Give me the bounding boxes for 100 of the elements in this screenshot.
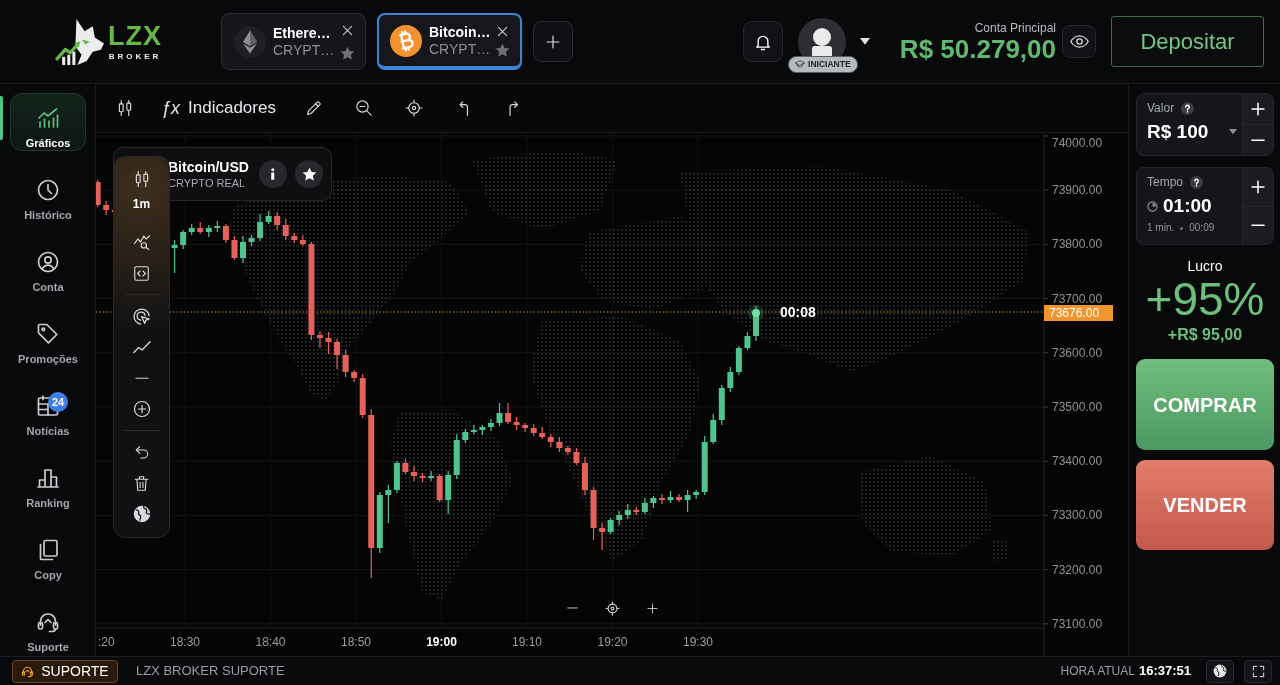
graduation-cap-icon: [795, 59, 806, 69]
sidebar-item[interactable]: Histórico: [10, 165, 86, 223]
account-label: Conta Principal: [973, 20, 1056, 35]
add-tab-button[interactable]: [533, 21, 573, 62]
time-axis-label: 19:20: [597, 635, 628, 649]
sidebar-item[interactable]: Copy: [10, 525, 86, 583]
amount-field[interactable]: R$ 100: [1147, 120, 1242, 144]
tag-icon: [36, 322, 60, 346]
count-badge: 24: [48, 392, 69, 412]
increase-button[interactable]: [1243, 94, 1273, 124]
star-icon: [301, 166, 317, 182]
caret-icon[interactable]: [859, 38, 870, 45]
cursor-target-icon: [132, 306, 151, 326]
zoom-out-icon: [355, 99, 373, 117]
price-axis-label: 73700.00: [1052, 291, 1103, 306]
center-button[interactable]: [602, 598, 622, 618]
plus-icon: [1251, 102, 1265, 116]
headset-icon: [21, 664, 35, 678]
minus-icon: [566, 607, 578, 609]
candlestick-icon: [116, 99, 134, 117]
sidebar-item[interactable]: Conta: [10, 237, 86, 295]
asset-title: Bitcoin/USD: [168, 158, 249, 176]
clock-icon: [36, 178, 60, 202]
trend-line-icon: [132, 340, 151, 354]
indicators-button[interactable]: ƒx Indicadores: [155, 90, 284, 126]
close-tab-button[interactable]: [341, 25, 353, 36]
current-price-tag: 73676.00: [1044, 305, 1113, 321]
fullscreen-icon: [1251, 664, 1265, 678]
sidebar-item[interactable]: Suporte: [10, 597, 86, 655]
asset-tab[interactable]: Bitcoin… CRYPT…: [377, 13, 522, 70]
help-icon[interactable]: [1190, 176, 1204, 189]
sidebar-item[interactable]: Gráficos: [10, 93, 86, 151]
live-point-icon: [748, 305, 764, 321]
star-icon: [494, 43, 510, 58]
chart-search-icon: [132, 233, 151, 251]
sidebar-item[interactable]: Promoções: [10, 309, 86, 367]
info-button[interactable]: [259, 160, 287, 188]
clock-icon: [1147, 200, 1158, 212]
globe-icon: [132, 505, 151, 523]
user-icon: [36, 250, 60, 274]
balance-amount: R$ 50.279,00: [899, 34, 1056, 63]
remaining-time: 00:09: [1189, 222, 1215, 234]
notifications-button[interactable]: [742, 21, 783, 62]
eye-icon: [1069, 32, 1089, 51]
price-axis-label: 73100.00: [1052, 616, 1103, 631]
horizontal-line-icon: [134, 376, 149, 380]
minus-icon: [1251, 138, 1265, 142]
plus-icon: [546, 34, 560, 49]
trash-icon: [133, 474, 150, 492]
close-tab-button[interactable]: [496, 26, 508, 37]
profit-percent: +95%: [1144, 276, 1266, 322]
fullscreen-button[interactable]: [1244, 659, 1272, 683]
sell-button[interactable]: VENDER: [1136, 460, 1274, 550]
show-balance-button[interactable]: [1062, 25, 1096, 58]
turn-left-arrow-icon: [459, 100, 469, 116]
time-axis-label: 18:50: [341, 635, 371, 649]
timeframe-button[interactable]: 1m: [132, 194, 151, 214]
price-axis-label: 73500.00: [1052, 400, 1103, 414]
help-icon[interactable]: [1181, 102, 1195, 115]
favorite-button[interactable]: [295, 160, 323, 188]
sidebar-item[interactable]: Notícias 24: [10, 381, 86, 439]
plus-icon: [646, 602, 658, 614]
pencil-icon: [305, 99, 323, 117]
support-title: LZX BROKER SUPORTE: [136, 662, 285, 681]
price-axis-label: 73400.00: [1052, 454, 1103, 469]
caret-icon: [1229, 129, 1237, 135]
deposit-button[interactable]: Depositar: [1111, 16, 1264, 67]
time-axis-label: 18:30: [170, 635, 200, 649]
decrease-button[interactable]: [1243, 205, 1273, 244]
increase-button[interactable]: [1243, 168, 1273, 206]
clock-time: 16:37:51: [1138, 662, 1191, 681]
info-icon: [271, 168, 275, 180]
clock-label: HORA ATUAL: [1060, 663, 1135, 680]
logo-tagline: BROKER: [108, 52, 162, 61]
plus-circle-icon: [132, 400, 151, 418]
asset-tab[interactable]: Ethere… CRYPT…: [221, 13, 366, 70]
time-axis-label: 19:00: [426, 635, 457, 649]
undo-icon: [133, 444, 150, 460]
crosshair-icon: [604, 600, 620, 616]
duration-field[interactable]: 01:00: [1147, 194, 1242, 218]
decrease-button[interactable]: [1243, 124, 1273, 155]
time-axis-label: 19:30: [683, 635, 713, 649]
close-icon: [496, 26, 508, 37]
close-icon: [341, 25, 353, 36]
time-axis-label: 19:10: [512, 635, 542, 649]
support-button[interactable]: SUPORTE: [12, 659, 118, 683]
logo-icon: [55, 17, 105, 66]
globe-icon: [1213, 664, 1227, 678]
selection-indicator-icon: [0, 96, 3, 140]
language-button[interactable]: [1206, 659, 1234, 683]
price-axis-label: 74000.00: [1052, 136, 1103, 150]
time-axis-label: :20: [98, 635, 115, 649]
time-axis-label: 18:40: [255, 635, 286, 649]
price-axis-label: 73300.00: [1052, 508, 1103, 523]
profit-amount: +R$ 95,00: [1166, 326, 1244, 344]
sidebar-item[interactable]: Ranking: [10, 453, 86, 511]
code-icon: [133, 264, 150, 282]
star-icon: [339, 46, 355, 61]
turn-right-arrow-icon: [509, 100, 519, 116]
chart-icon: [36, 106, 60, 130]
